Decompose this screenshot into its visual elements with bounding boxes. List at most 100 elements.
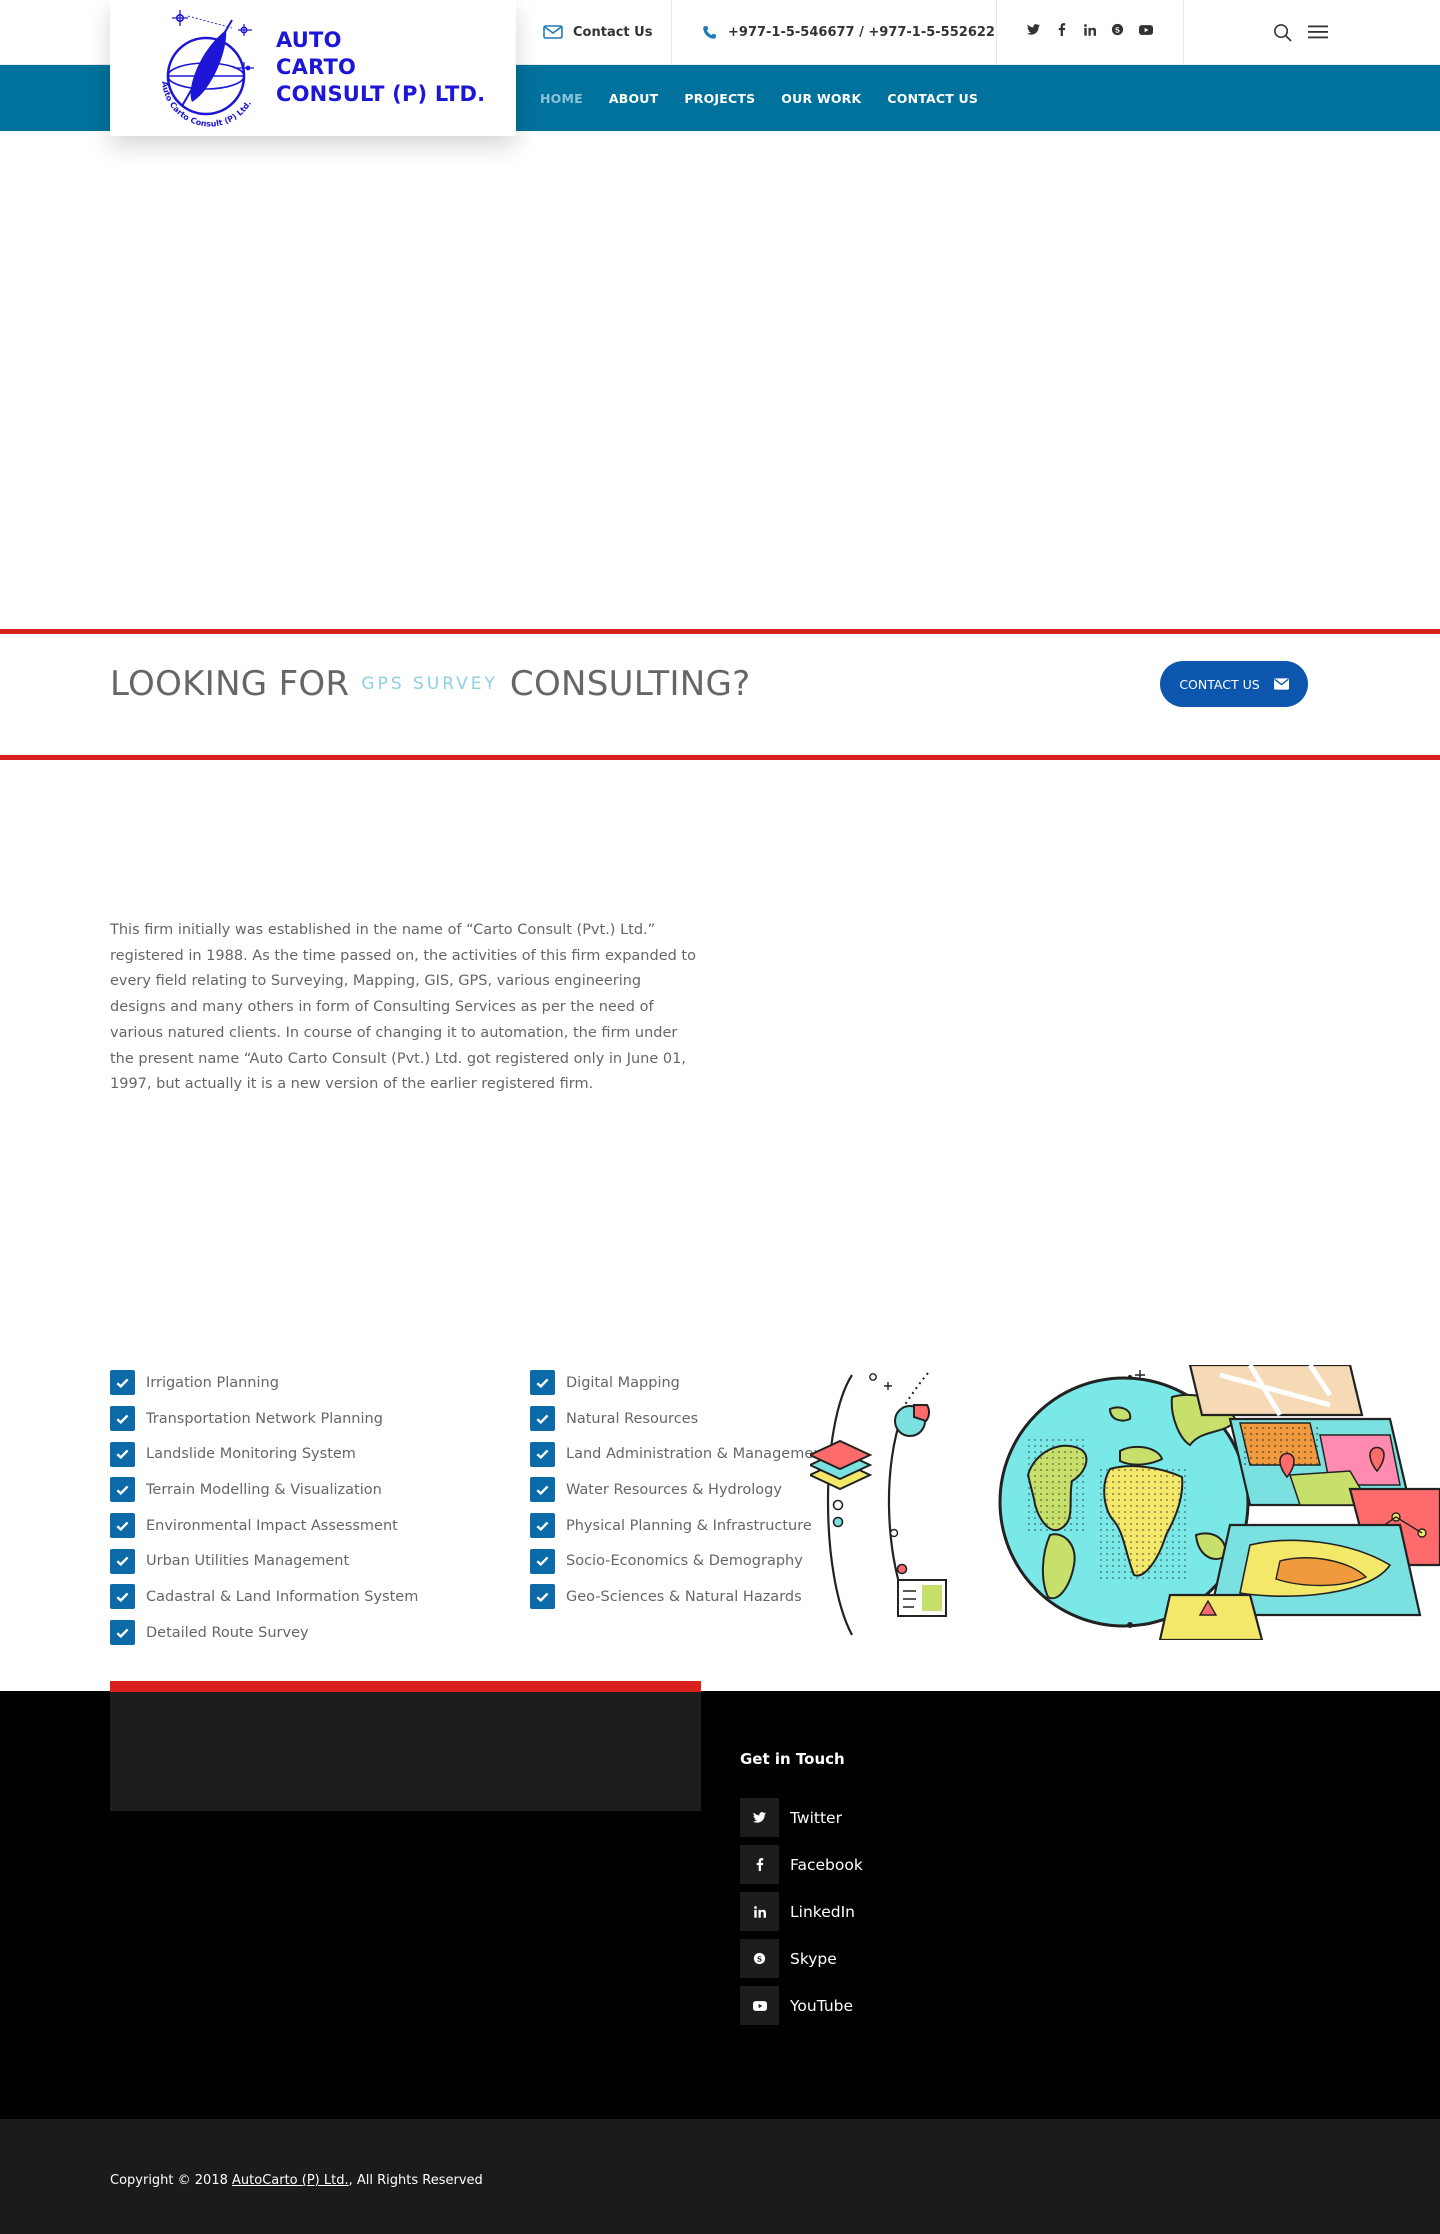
service-label: Irrigation Planning [146, 1374, 279, 1391]
cta-heading-end: CONSULTING? [509, 664, 751, 704]
check-icon [530, 1513, 555, 1539]
service-label: Transportation Network Planning [146, 1410, 383, 1427]
linkedin-icon[interactable] [1082, 22, 1097, 37]
footer-social-youtube[interactable]: YouTube [740, 1986, 863, 2025]
footer-social-label: Facebook [790, 1855, 863, 1874]
envelope-icon [543, 25, 563, 39]
service-label: Physical Planning & Infrastructure [566, 1517, 812, 1534]
check-icon [110, 1548, 135, 1574]
twitter-icon [740, 1798, 779, 1837]
list-item: Irrigation Planning [110, 1365, 418, 1401]
skype-icon[interactable] [1110, 22, 1125, 37]
footer-social-list: Twitter Facebook LinkedIn Skype YouTube [740, 1798, 863, 2033]
copyright: Copyright © 2018 AutoCarto (P) Ltd., All… [110, 2173, 483, 2188]
check-icon [530, 1548, 555, 1574]
twitter-icon[interactable] [1026, 22, 1041, 37]
service-label: Environmental Impact Assessment [146, 1517, 398, 1534]
service-label: Socio-Economics & Demography [566, 1553, 803, 1570]
about-paragraph: This firm initially was established in t… [110, 922, 696, 1093]
youtube-icon [740, 1986, 779, 2025]
copyright-suffix: , All Rights Reserved [348, 2173, 483, 2188]
list-item: Landslide Monitoring System [110, 1436, 418, 1472]
check-icon [110, 1441, 135, 1467]
service-label: Geo-Sciences & Natural Hazards [566, 1588, 802, 1605]
check-icon [110, 1406, 135, 1432]
service-label: Cadastral & Land Information System [146, 1588, 419, 1605]
footer-social-linkedin[interactable]: LinkedIn [740, 1892, 863, 1931]
footer-social-twitter[interactable]: Twitter [740, 1798, 863, 1837]
nav-contact-us[interactable]: CONTACT US [887, 91, 978, 106]
cta-heading-accent: GPS SURVEY [361, 674, 498, 694]
check-icon [530, 1584, 555, 1610]
logo-line-3: CONSULT (P) LTD. [276, 82, 486, 106]
logo-wordmark: AUTO CARTO CONSULT (P) LTD. [276, 27, 485, 108]
check-icon [530, 1370, 555, 1396]
nav-projects[interactable]: PROJECTS [684, 91, 755, 106]
check-icon [530, 1441, 555, 1467]
compass-logo-icon: Auto Carto Consult (P) Ltd. [160, 10, 254, 129]
service-label: Natural Resources [566, 1410, 699, 1427]
service-label: Terrain Modelling & Visualization [146, 1481, 382, 1498]
services-list-2: Digital Mapping Natural Resources Land A… [530, 1365, 828, 1615]
list-item: Detailed Route Survey [110, 1615, 418, 1651]
list-item: Transportation Network Planning [110, 1401, 418, 1437]
list-item: Land Administration & Management [530, 1436, 828, 1472]
check-icon [530, 1406, 555, 1432]
service-label: Water Resources & Hydrology [566, 1481, 782, 1498]
check-icon [110, 1620, 135, 1646]
youtube-icon[interactable] [1138, 22, 1153, 37]
menu-icon[interactable] [1308, 25, 1328, 39]
check-icon [110, 1477, 135, 1503]
footer-social-label: LinkedIn [790, 1902, 855, 1921]
facebook-icon [740, 1845, 779, 1884]
divider [1183, 0, 1184, 64]
logo-line-1: AUTO [276, 28, 342, 52]
check-icon [110, 1370, 135, 1396]
divider [671, 0, 672, 64]
top-phone-label: +977-1-5-546677 / +977-1-5-552622 [728, 24, 995, 40]
envelope-icon [1273, 678, 1289, 690]
top-phone[interactable]: +977-1-5-546677 / +977-1-5-552622 [702, 0, 995, 64]
service-label: Landslide Monitoring System [146, 1446, 356, 1463]
nav-about[interactable]: ABOUT [609, 91, 659, 106]
footer-get-in-touch-title: Get in Touch [740, 1750, 845, 1768]
footer-social-label: Skype [790, 1949, 837, 1968]
top-social-icons [1026, 22, 1153, 37]
list-item: Natural Resources [530, 1401, 828, 1437]
cta-top-rule [0, 629, 1440, 634]
footer-social-label: YouTube [790, 1996, 854, 2015]
list-item: Urban Utilities Management [110, 1543, 418, 1579]
list-item: Water Resources & Hydrology [530, 1472, 828, 1508]
services-list-1: Irrigation Planning Transportation Netwo… [110, 1365, 418, 1651]
nav-home[interactable]: HOME [540, 91, 583, 106]
cta-heading: LOOKING FOR GPS SURVEY CONSULTING? [110, 664, 751, 704]
check-icon [530, 1477, 555, 1503]
check-icon [110, 1584, 135, 1610]
logo[interactable]: Auto Carto Consult (P) Ltd. AUTO CARTO C… [110, 0, 516, 136]
top-contact-link[interactable]: Contact Us [543, 0, 652, 64]
skype-icon [740, 1939, 779, 1978]
divider [996, 0, 997, 64]
service-label: Urban Utilities Management [146, 1553, 350, 1570]
search-icon[interactable] [1273, 23, 1292, 42]
logo-line-2: CARTO [276, 55, 357, 79]
phone-icon [703, 25, 717, 39]
nav-our-work[interactable]: OUR WORK [781, 91, 861, 106]
list-item: Environmental Impact Assessment [110, 1508, 418, 1544]
service-label: Land Administration & Management [566, 1446, 829, 1463]
cta-contact-button[interactable]: CONTACT US [1160, 661, 1308, 707]
cta-button-label: CONTACT US [1179, 676, 1260, 692]
footer-social-skype[interactable]: Skype [740, 1939, 863, 1978]
top-contact-label: Contact Us [573, 24, 653, 40]
copyright-company-link[interactable]: AutoCarto (P) Ltd. [232, 2173, 349, 2188]
footer-social-facebook[interactable]: Facebook [740, 1845, 863, 1884]
facebook-icon[interactable] [1054, 22, 1069, 37]
globe-maps-illustration [810, 1365, 1440, 1640]
list-item: Cadastral & Land Information System [110, 1579, 418, 1615]
list-item: Socio-Economics & Demography [530, 1543, 828, 1579]
linkedin-icon [740, 1892, 779, 1931]
list-item: Physical Planning & Infrastructure [530, 1508, 828, 1544]
check-icon [110, 1513, 135, 1539]
cta-bottom-rule [0, 755, 1440, 760]
cta-heading-start: LOOKING FOR [110, 664, 350, 704]
